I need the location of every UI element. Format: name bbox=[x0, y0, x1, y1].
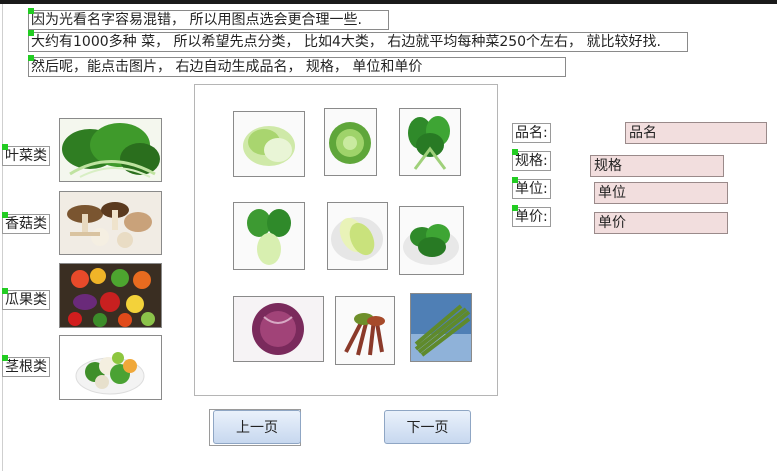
gallery-item-napa-cabbage[interactable] bbox=[233, 111, 305, 177]
name-field[interactable]: 品名 bbox=[625, 122, 767, 144]
gallery-item-green-cabbage[interactable] bbox=[324, 108, 377, 176]
note-2: 大约有1000多种 菜， 所以希望先点分类， 比如4大类， 右边就平均每种菜25… bbox=[28, 32, 688, 52]
spec-field[interactable]: 规格 bbox=[590, 155, 724, 177]
prev-page-button[interactable]: 上一页 bbox=[213, 410, 301, 444]
name-label: 品名: bbox=[512, 123, 551, 143]
toon-sprouts-photo-icon bbox=[336, 297, 394, 364]
price-field[interactable]: 单价 bbox=[594, 212, 728, 234]
gallery-item-toon-sprouts[interactable] bbox=[335, 296, 395, 365]
gallery-item-chinese-cabbage[interactable] bbox=[327, 202, 388, 270]
fruits-vegetables-photo-icon bbox=[60, 264, 161, 327]
category-image-root[interactable] bbox=[59, 335, 162, 400]
note-3: 然后呢，能点击图片， 右边自动生成品名， 规格， 单位和单价 bbox=[28, 57, 566, 77]
category-image-mushroom[interactable] bbox=[59, 191, 162, 255]
spinach-photo-icon bbox=[400, 207, 463, 274]
chinese-cabbage-plate-photo-icon bbox=[328, 203, 387, 269]
category-label-mushroom[interactable]: 香菇类 bbox=[2, 214, 50, 234]
handle-marker bbox=[2, 144, 8, 150]
gallery-item-bok-choy[interactable] bbox=[233, 202, 305, 270]
handle-marker bbox=[512, 177, 518, 183]
handle-marker bbox=[2, 212, 8, 218]
leafy-greens-bunch-photo-icon bbox=[400, 109, 460, 175]
category-image-leafy[interactable] bbox=[59, 118, 162, 182]
gallery-item-leafy-bunch[interactable] bbox=[399, 108, 461, 176]
handle-marker bbox=[512, 205, 518, 211]
top-border bbox=[0, 0, 777, 4]
handle-marker bbox=[28, 55, 34, 61]
category-image-fruit[interactable] bbox=[59, 263, 162, 328]
unit-field[interactable]: 单位 bbox=[594, 182, 728, 204]
asparagus-photo-icon bbox=[411, 294, 471, 361]
red-cabbage-photo-icon bbox=[234, 297, 323, 361]
gallery-item-red-cabbage[interactable] bbox=[233, 296, 324, 362]
next-page-button[interactable]: 下一页 bbox=[384, 410, 471, 444]
napa-cabbage-photo-icon bbox=[234, 112, 304, 176]
green-cabbage-photo-icon bbox=[325, 109, 376, 175]
handle-marker bbox=[28, 8, 34, 14]
handle-marker bbox=[2, 288, 8, 294]
handle-marker bbox=[28, 30, 34, 36]
category-label-root[interactable]: 茎根类 bbox=[2, 357, 50, 377]
root-vegetables-photo-icon bbox=[60, 336, 161, 399]
note-1: 因为光看名字容易混错， 所以用图点选会更合理一些. bbox=[28, 10, 389, 30]
handle-marker bbox=[512, 149, 518, 155]
leafy-greens-photo-icon bbox=[60, 119, 161, 181]
gallery-item-asparagus[interactable] bbox=[410, 293, 472, 362]
handle-marker bbox=[2, 355, 8, 361]
mushrooms-photo-icon bbox=[60, 192, 161, 254]
category-label-fruit[interactable]: 瓜果类 bbox=[2, 290, 50, 310]
category-label-leafy[interactable]: 叶菜类 bbox=[2, 146, 50, 166]
gallery-item-spinach[interactable] bbox=[399, 206, 464, 275]
left-border bbox=[2, 4, 3, 471]
product-gallery bbox=[194, 84, 498, 396]
bok-choy-photo-icon bbox=[234, 203, 304, 269]
